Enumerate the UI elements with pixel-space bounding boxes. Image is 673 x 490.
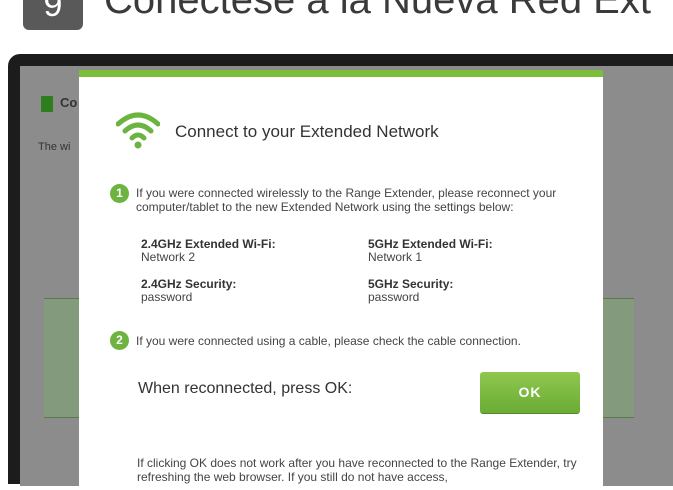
step-one-text: If you were connected wirelessly to the … [136,186,557,214]
step-two-text: If you were connected using a cable, ple… [136,334,521,348]
band5-ssid-value: Network 1 [368,250,423,264]
band24-security-value: password [141,290,193,304]
dialog-title: Connect to your Extended Network [175,122,439,141]
step-two-icon: 2 [110,331,129,350]
wifi-icon [116,112,160,149]
help-footnote: If clicking OK does not work after you h… [137,456,577,484]
background-description: The wi [38,141,71,153]
background-section-title: Co [60,95,78,110]
step-one-icon: 1 [110,184,129,203]
section-marker [41,96,53,112]
step-badge: 9 [23,0,83,30]
band24-ssid-value: Network 2 [141,250,196,264]
page-heading: Conectese a la Nueva Red Ext [104,0,651,22]
reconnect-prompt: When reconnected, press OK: [138,380,353,397]
step-number: 9 [43,0,63,24]
ok-button[interactable]: OK [480,372,580,413]
band5-security-value: password [368,290,420,304]
